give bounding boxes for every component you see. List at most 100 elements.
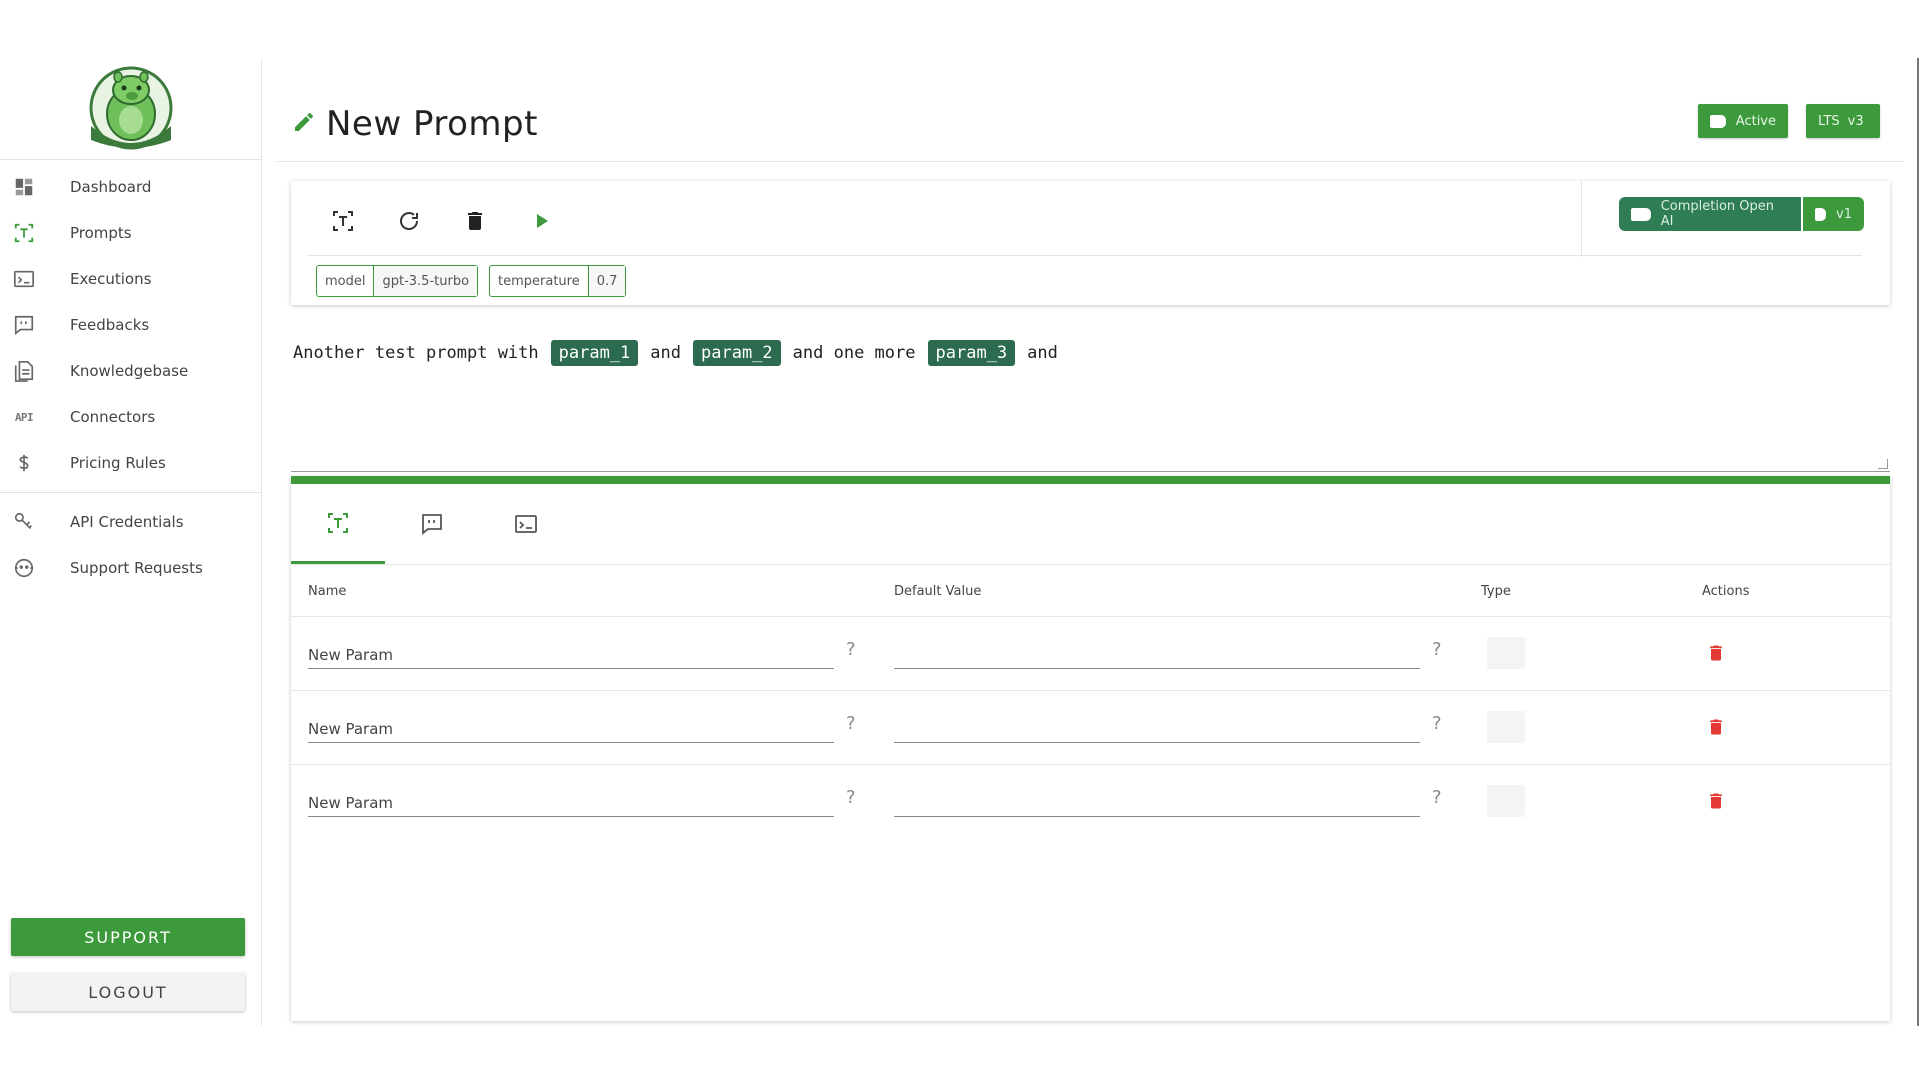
model-provider-tag[interactable]: Completion Open AI [1619, 197, 1801, 231]
tab-params[interactable] [291, 484, 385, 564]
model-tags: Completion Open AI v1 [1619, 197, 1864, 231]
prompt-editor[interactable]: Another test prompt with param_1 and par… [291, 340, 1890, 472]
params-table-header: Name Default Value Type Actions [291, 566, 1890, 617]
sidebar-item-prompts[interactable]: Prompts [0, 210, 261, 256]
param-chip[interactable]: param_1 [550, 340, 639, 366]
sidebar-item-feedbacks[interactable]: Feedbacks [0, 302, 261, 348]
feedback-icon [422, 514, 442, 535]
lts-version-badge[interactable]: LTS v3 [1806, 104, 1880, 138]
param-type-select[interactable] [1487, 785, 1525, 817]
delete-param-button[interactable] [1704, 641, 1728, 665]
sidebar-item-label: API Credentials [70, 513, 184, 531]
column-header-default: Default Value [894, 584, 982, 599]
support-face-icon [12, 556, 36, 580]
sidebar-item-pricing-rules[interactable]: Pricing Rules [0, 440, 261, 486]
tab-executions[interactable] [479, 484, 573, 564]
help-icon[interactable]: ? [846, 787, 856, 808]
param-name-input[interactable]: New Param [308, 641, 834, 669]
table-row: New Param ? ? [291, 765, 1890, 839]
window-edge [1917, 58, 1919, 1026]
sidebar-nav: Dashboard Prompts Executions Feedbacks K… [0, 160, 261, 591]
temperature-chip[interactable]: temperature 0.7 [489, 265, 627, 297]
key-icon [12, 510, 36, 534]
table-row: New Param ? ? [291, 617, 1890, 691]
pencil-icon [295, 112, 313, 131]
api-icon: API [14, 410, 34, 424]
sidebar-item-support-requests[interactable]: Support Requests [0, 545, 261, 591]
param-name-input[interactable]: New Param [308, 715, 834, 743]
support-button[interactable]: SUPPORT [11, 918, 245, 956]
console-icon [12, 267, 36, 291]
params-panel: Name Default Value Type Actions New Para… [291, 476, 1890, 1021]
trash-icon [1710, 719, 1722, 735]
param-chip[interactable]: param_3 [927, 340, 1016, 366]
help-icon[interactable]: ? [846, 713, 856, 734]
tag-icon [1710, 114, 1726, 128]
logo-area [0, 58, 261, 160]
sidebar-item-executions[interactable]: Executions [0, 256, 261, 302]
feedback-icon [12, 313, 36, 337]
page-title: New Prompt [326, 104, 538, 144]
column-header-name: Name [308, 584, 347, 599]
param-default-input[interactable] [894, 641, 1420, 669]
text-box-icon [12, 221, 36, 245]
help-icon[interactable]: ? [846, 639, 856, 660]
text-box-icon [328, 512, 348, 533]
logout-button[interactable]: LOGOUT [11, 973, 245, 1011]
trash-icon [1710, 793, 1722, 809]
refresh-button[interactable] [391, 203, 427, 239]
status-badge[interactable]: Active [1698, 104, 1788, 138]
sidebar-item-label: Pricing Rules [70, 454, 166, 472]
sidebar-item-connectors[interactable]: API Connectors [0, 394, 261, 440]
chip-key: model [325, 273, 366, 289]
refresh-icon [400, 212, 419, 230]
delete-param-button[interactable] [1704, 715, 1728, 739]
sidebar-item-label: Knowledgebase [70, 362, 189, 380]
sidebar-item-label: Executions [70, 270, 152, 288]
tab-feedbacks[interactable] [385, 484, 479, 564]
delete-prompt-button[interactable] [457, 203, 493, 239]
help-icon[interactable]: ? [1432, 639, 1442, 660]
param-default-input[interactable] [894, 715, 1420, 743]
model-chip[interactable]: model gpt-3.5-turbo [316, 265, 479, 297]
param-type-select[interactable] [1487, 711, 1525, 743]
run-button[interactable] [523, 203, 559, 239]
model-version-tag[interactable]: v1 [1803, 197, 1864, 231]
trash-icon [1710, 645, 1722, 661]
prompt-segment: and [650, 343, 682, 363]
trash-icon [468, 212, 482, 230]
help-icon[interactable]: ? [1432, 787, 1442, 808]
sidebar-item-api-credentials[interactable]: API Credentials [0, 499, 261, 545]
delete-param-button[interactable] [1704, 789, 1728, 813]
column-header-actions: Actions [1702, 584, 1750, 599]
sidebar-item-label: Support Requests [70, 559, 203, 577]
chip-value: gpt-3.5-turbo [373, 266, 478, 296]
status-badge-label: Active [1735, 113, 1776, 129]
dollar-icon [12, 451, 36, 475]
format-text-button[interactable] [325, 203, 361, 239]
param-default-input[interactable] [894, 789, 1420, 817]
tabs-divider [291, 564, 1890, 565]
param-chip[interactable]: param_2 [693, 340, 781, 366]
dashboard-icon [12, 175, 36, 199]
sidebar: Dashboard Prompts Executions Feedbacks K… [0, 58, 262, 1026]
console-icon [515, 515, 537, 533]
sidebar-item-dashboard[interactable]: Dashboard [0, 164, 261, 210]
tag-icon [1815, 207, 1827, 221]
sidebar-item-knowledgebase[interactable]: Knowledgebase [0, 348, 261, 394]
param-name-input[interactable]: New Param [308, 789, 834, 817]
text-box-icon [333, 211, 353, 231]
help-icon[interactable]: ? [1432, 713, 1442, 734]
sidebar-item-label: Dashboard [70, 178, 152, 196]
tag-icon [1631, 207, 1651, 221]
model-version-label: v1 [1836, 206, 1852, 222]
column-header-type: Type [1481, 584, 1511, 599]
param-type-select[interactable] [1487, 637, 1525, 669]
document-icon [12, 359, 36, 383]
chip-key: temperature [498, 273, 580, 289]
resize-handle[interactable] [1878, 459, 1888, 469]
prompt-segment: and [1027, 343, 1058, 363]
nav-divider [0, 492, 261, 493]
panel-accent-bar [291, 476, 1890, 484]
play-icon [537, 214, 548, 228]
